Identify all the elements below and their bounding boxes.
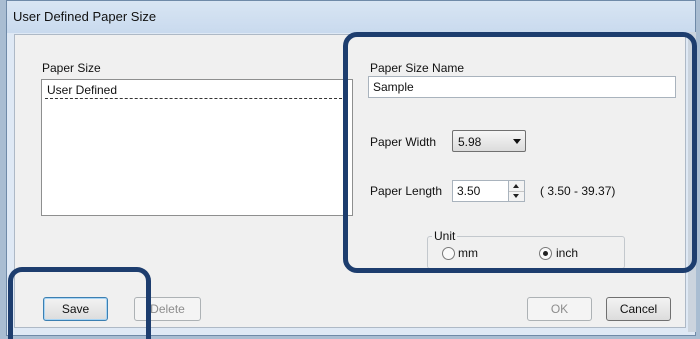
cancel-button[interactable]: Cancel xyxy=(606,297,671,321)
paper-length-label: Paper Length xyxy=(370,184,443,198)
spin-down-icon[interactable] xyxy=(509,191,524,201)
paper-length-spin-buttons[interactable] xyxy=(508,180,525,202)
list-item[interactable]: User Defined xyxy=(45,82,347,99)
chevron-down-icon xyxy=(513,139,521,144)
paper-width-value: 5.98 xyxy=(458,135,482,149)
background-window-edge xyxy=(688,32,696,332)
unit-inch-radio[interactable] xyxy=(539,247,552,260)
save-button[interactable]: Save xyxy=(43,297,108,321)
list-item-label: User Defined xyxy=(47,83,118,97)
paper-size-label: Paper Size xyxy=(42,61,101,75)
unit-inch-label[interactable]: inch xyxy=(556,246,578,260)
paper-size-listbox[interactable]: User Defined xyxy=(41,79,353,216)
paper-length-stepper[interactable] xyxy=(452,180,526,202)
paper-length-field[interactable] xyxy=(452,180,509,202)
unit-mm-label[interactable]: mm xyxy=(458,246,478,260)
paper-length-range: ( 3.50 - 39.37) xyxy=(540,184,616,198)
paper-size-name-label: Paper Size Name xyxy=(370,61,465,75)
paper-size-name-field[interactable] xyxy=(368,76,676,98)
paper-width-dropdown[interactable]: 5.98 xyxy=(452,130,526,152)
title-bar[interactable]: User Defined Paper Size xyxy=(7,1,695,33)
unit-group-title: Unit xyxy=(432,229,458,243)
paper-width-label: Paper Width xyxy=(370,135,437,149)
ok-button[interactable]: OK xyxy=(527,297,592,321)
unit-mm-radio[interactable] xyxy=(442,247,455,260)
delete-button[interactable]: Delete xyxy=(134,297,201,321)
window-title: User Defined Paper Size xyxy=(13,9,157,24)
